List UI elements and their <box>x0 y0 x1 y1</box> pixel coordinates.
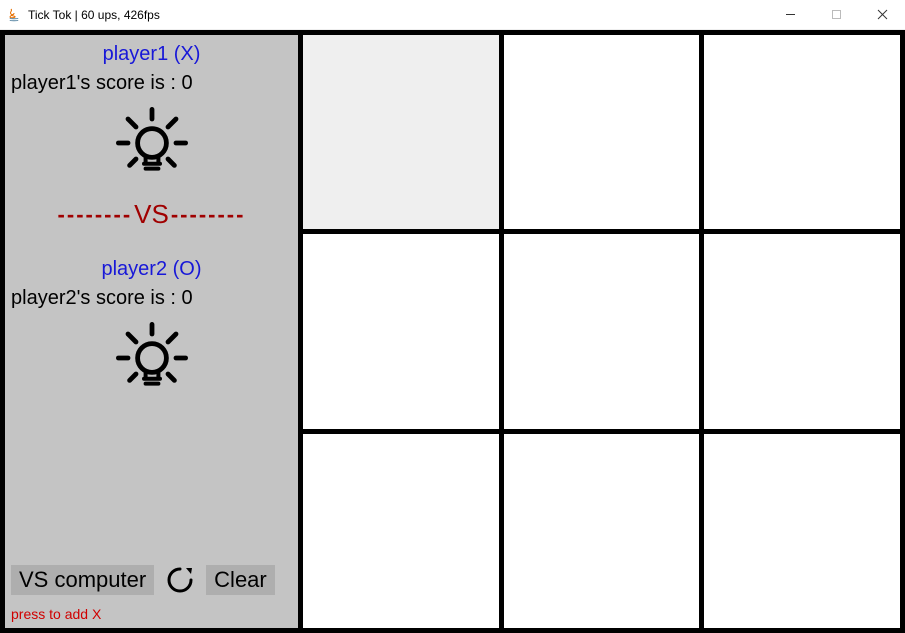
vs-computer-button[interactable]: VS computer <box>11 565 154 595</box>
close-button[interactable] <box>859 0 905 30</box>
player1-label: player1 (X) <box>5 43 298 66</box>
board-cell[interactable] <box>504 234 700 428</box>
vs-label: VS <box>134 199 169 230</box>
window-titlebar: Tick Tok | 60 ups, 426fps <box>0 0 905 30</box>
player2-score: player2's score is : 0 <box>5 287 298 310</box>
vs-divider: -------- VS -------- <box>5 199 298 230</box>
board-cell[interactable] <box>504 434 700 628</box>
window-title: Tick Tok | 60 ups, 426fps <box>28 8 160 22</box>
clear-button[interactable]: Clear <box>206 565 275 595</box>
board-cell[interactable] <box>303 234 499 428</box>
controls-row: VS computer Clear <box>11 564 292 596</box>
board-cell[interactable] <box>504 35 700 229</box>
maximize-button[interactable] <box>813 0 859 30</box>
lightbulb-icon[interactable] <box>112 318 192 398</box>
lightbulb-icon[interactable] <box>112 103 192 183</box>
player2-block: player2 (O) player2's score is : 0 <box>5 240 298 408</box>
board-cell[interactable] <box>704 434 900 628</box>
hint-text: press to add X <box>11 606 101 622</box>
vs-dash-left: -------- <box>58 202 133 228</box>
java-icon <box>6 7 22 23</box>
board-cell[interactable] <box>704 35 900 229</box>
game-board <box>303 35 900 628</box>
player2-label: player2 (O) <box>5 258 298 281</box>
sidebar: player1 (X) player1's score is : 0 -----… <box>5 35 303 628</box>
app-frame: player1 (X) player1's score is : 0 -----… <box>0 30 905 633</box>
board-cell[interactable] <box>303 434 499 628</box>
vs-dash-right: -------- <box>171 202 246 228</box>
minimize-button[interactable] <box>767 0 813 30</box>
refresh-icon[interactable] <box>164 564 196 596</box>
player1-block: player1 (X) player1's score is : 0 <box>5 35 298 193</box>
board-cell[interactable] <box>704 234 900 428</box>
board-cell[interactable] <box>303 35 499 229</box>
player1-score: player1's score is : 0 <box>5 72 298 95</box>
